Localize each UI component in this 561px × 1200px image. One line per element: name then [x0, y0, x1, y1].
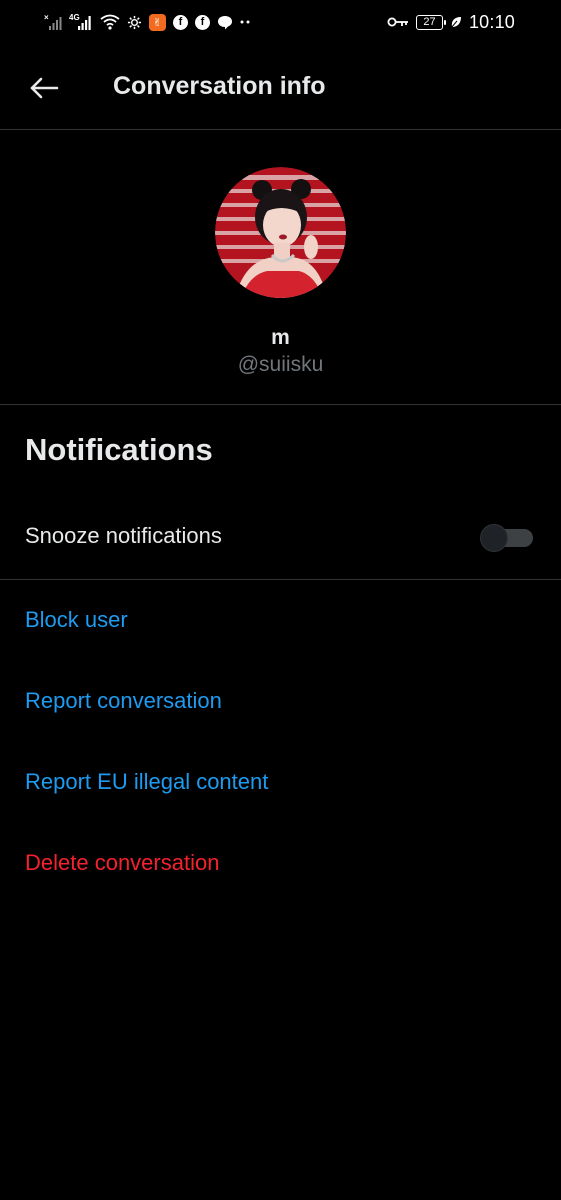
- facebook-icon: f: [195, 14, 210, 30]
- back-button[interactable]: [28, 72, 60, 104]
- leaf-icon: [450, 16, 462, 29]
- status-time: 10:10: [468, 11, 515, 32]
- report-conversation-button[interactable]: Report conversation: [25, 688, 222, 714]
- profile-section: m @suiisku: [0, 131, 561, 405]
- network-label: 4G: [69, 13, 80, 22]
- snooze-notifications-label: Snooze notifications: [25, 523, 222, 548]
- top-app-bar: Conversation info: [0, 44, 561, 130]
- wifi-icon: [100, 14, 120, 30]
- status-bar: × 4G ✌ f f 27 10:10: [0, 0, 561, 44]
- conversation-info-screen: × 4G ✌ f f 27 10:10 Conversation info m …: [0, 0, 561, 1200]
- status-bar-right: 27 10:10: [387, 12, 515, 33]
- avatar[interactable]: [215, 167, 346, 298]
- notifications-heading: Notifications: [25, 432, 213, 467]
- app-notification-icon: ✌: [149, 13, 166, 31]
- block-user-button[interactable]: Block user: [25, 607, 128, 633]
- display-name: m: [271, 326, 290, 349]
- battery-icon: 27: [415, 14, 446, 30]
- avatar-image: [215, 167, 346, 298]
- chat-bubble-icon: [217, 15, 233, 30]
- vpn-key-icon: [387, 16, 409, 28]
- signal-4g-icon: 4G: [69, 13, 93, 31]
- page-title: Conversation info: [113, 72, 326, 100]
- snooze-toggle[interactable]: [480, 523, 533, 552]
- signal-x-icon: ×: [44, 13, 62, 31]
- status-bar-left: × 4G ✌ f f: [44, 13, 250, 31]
- battery-level: 27: [423, 15, 436, 28]
- settings-gear-icon: [127, 15, 142, 30]
- more-dots-icon: [240, 19, 250, 25]
- svg-text:×: ×: [44, 13, 49, 22]
- arrow-left-icon: [30, 77, 59, 99]
- delete-conversation-button[interactable]: Delete conversation: [25, 850, 219, 876]
- report-eu-illegal-content-button[interactable]: Report EU illegal content: [25, 769, 268, 795]
- user-handle: @suiisku: [237, 353, 324, 376]
- facebook-icon: f: [173, 14, 188, 30]
- snooze-notifications-row[interactable]: Snooze notifications: [0, 500, 561, 580]
- toggle-knob: [480, 524, 508, 552]
